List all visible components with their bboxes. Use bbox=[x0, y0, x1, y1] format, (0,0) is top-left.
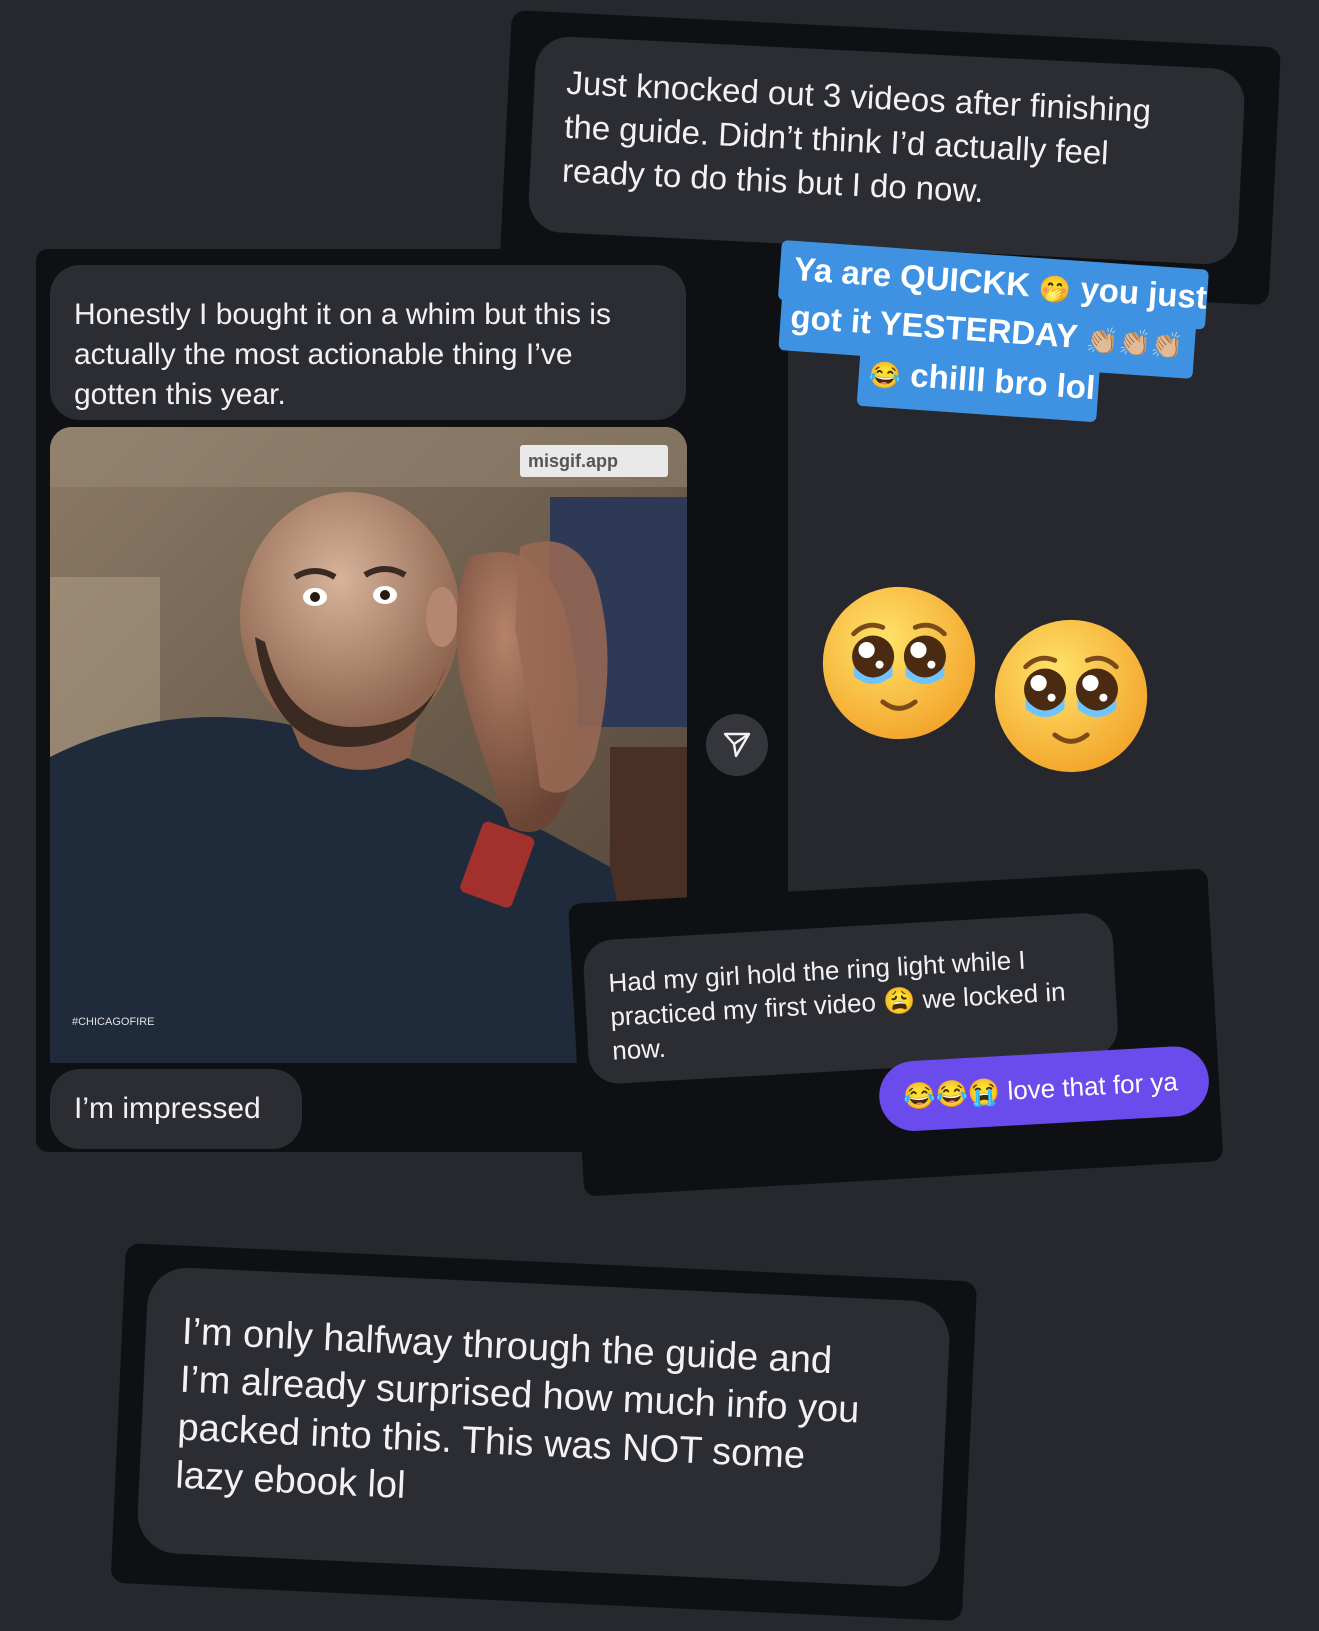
reply-text: love that for ya bbox=[1006, 1066, 1179, 1106]
message-bubble: I’m only halfway through the guide and I… bbox=[136, 1266, 952, 1589]
gif-caption: #CHICAGOFIRE bbox=[72, 1016, 155, 1028]
paper-plane-icon bbox=[723, 732, 751, 758]
gif-watermark: misgif.app bbox=[528, 451, 618, 471]
message-bubble: I’m impressed bbox=[50, 1069, 302, 1149]
clapping-hands-icon: 👏🏼👏🏼👏🏼 bbox=[1085, 324, 1185, 362]
share-button[interactable] bbox=[706, 714, 768, 776]
weary-face-icon: 😩 bbox=[882, 984, 917, 1017]
message-line: Honestly I bought it on a whim but this … bbox=[74, 298, 611, 331]
screenshot-card-mid: Had my girl hold the ring light while I … bbox=[568, 868, 1224, 1197]
pleading-face-icon bbox=[994, 619, 1148, 773]
laughing-face-icon: 😂 bbox=[867, 359, 903, 392]
message-line: gotten this year. bbox=[74, 378, 286, 411]
screenshot-card-bottom: I’m only halfway through the guide and I… bbox=[110, 1243, 978, 1622]
pleading-face-icon bbox=[822, 586, 976, 740]
hand-over-mouth-icon: 🤭 bbox=[1037, 273, 1073, 306]
sticker-text: you just bbox=[1079, 269, 1209, 316]
message-bubble: Just knocked out 3 videos after finishin… bbox=[527, 35, 1246, 266]
laughing-crying-icon: 😂😂😭 bbox=[902, 1076, 1002, 1112]
story-text-sticker: Ya are QUICKK 🤭 you just got it YESTERDA… bbox=[770, 240, 1221, 446]
message-text: I’m impressed bbox=[74, 1092, 261, 1125]
message-line: actually the most actionable thing I’ve bbox=[74, 338, 573, 371]
message-line: we locked in bbox=[921, 976, 1067, 1015]
message-bubble: Honestly I bought it on a whim but this … bbox=[50, 265, 686, 420]
